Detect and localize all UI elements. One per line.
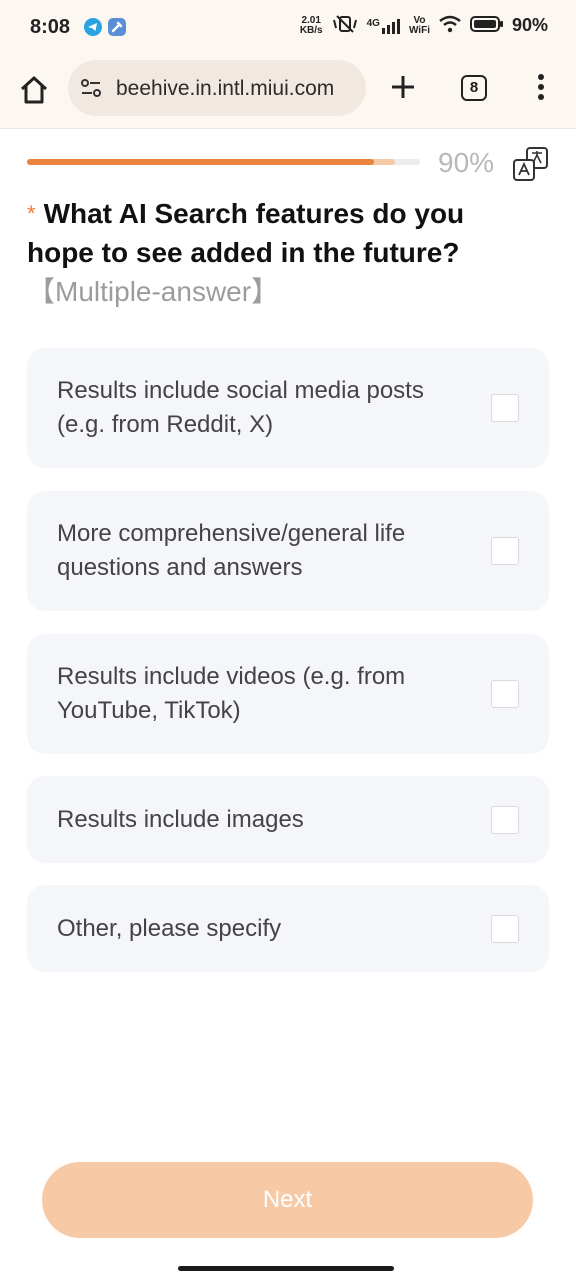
option-label: Other, please specify (57, 915, 282, 942)
option-label: More comprehensive/general life question… (57, 520, 406, 581)
url-text[interactable]: beehive.in.intl.miui.com (116, 77, 334, 101)
option-images[interactable]: Results include images (27, 776, 549, 863)
more-options-icon[interactable] (535, 73, 547, 101)
telegram-icon (84, 18, 102, 36)
home-icon[interactable] (18, 74, 50, 106)
network-speed: 2.01 KB/s (299, 14, 323, 36)
address-bar[interactable]: beehive.in.intl.miui.com (68, 60, 366, 116)
site-settings-icon[interactable] (80, 78, 102, 98)
option-label: Results include images (57, 806, 304, 833)
tool-app-icon (108, 18, 126, 36)
battery-icon (469, 15, 504, 36)
gesture-home-bar[interactable] (178, 1266, 394, 1271)
option-checkbox[interactable] (491, 394, 519, 422)
option-checkbox[interactable] (491, 915, 519, 943)
question-text: * What AI Search features do you hope to … (27, 194, 527, 311)
option-checkbox[interactable] (491, 680, 519, 708)
option-checkbox[interactable] (491, 806, 519, 834)
progress-percent: 90% (438, 147, 495, 178)
signal-icon: 4G (367, 18, 401, 34)
required-mark: * (27, 201, 36, 226)
option-other[interactable]: Other, please specify (27, 885, 549, 972)
vo-text: Vo (413, 14, 426, 26)
option-checkbox[interactable] (491, 537, 519, 565)
progress-fill (27, 159, 374, 165)
network-type: 4G (366, 17, 380, 29)
multiple-answer-hint: 【Multiple-answer】 (27, 276, 280, 307)
wifi-icon (438, 15, 462, 36)
wifi-text: WiFi (408, 24, 430, 36)
battery-level: 90% (511, 15, 548, 35)
speed-unit: KB/s (299, 24, 323, 36)
speed-value: 2.01 (301, 14, 321, 26)
option-label: Results include videos (e.g. from YouTub… (57, 663, 406, 724)
question-title: What AI Search features do you hope to s… (27, 198, 465, 268)
option-general-questions[interactable]: More comprehensive/general life question… (27, 491, 549, 611)
survey-progress-bar (27, 159, 420, 165)
translate-icon[interactable] (511, 146, 551, 184)
option-label: Results include social media posts (e.g.… (57, 377, 424, 438)
next-button[interactable]: Next (42, 1162, 533, 1238)
vowifi-label: Vo WiFi (408, 14, 430, 36)
option-social-media[interactable]: Results include social media posts (e.g.… (27, 348, 549, 468)
browser-toolbar: beehive.in.intl.miui.com 8 (0, 56, 576, 129)
vibrate-off-icon (331, 14, 359, 37)
status-icons: 2.01 KB/s 4G Vo WiFi 90% (300, 14, 548, 37)
tab-switcher-button[interactable]: 8 (461, 75, 487, 101)
option-videos[interactable]: Results include videos (e.g. from YouTub… (27, 634, 549, 754)
status-bar: 8:08 2.01 KB/s 4G Vo WiFi 90% (0, 0, 576, 56)
status-time: 8:08 (30, 16, 71, 38)
new-tab-icon[interactable] (388, 72, 418, 102)
